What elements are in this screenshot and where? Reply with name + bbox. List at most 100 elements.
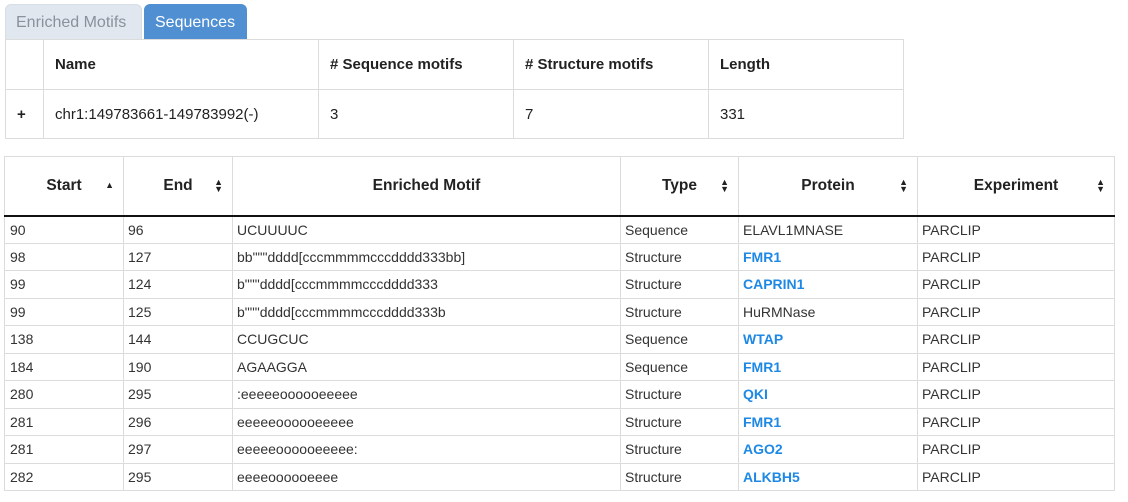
cell-start: 281: [4, 435, 124, 464]
column-header-protein[interactable]: Protein ▲ ▼: [738, 156, 918, 217]
protein-link[interactable]: FMR1: [743, 414, 781, 430]
column-header-end[interactable]: End ▲ ▼: [123, 156, 233, 217]
table-row: 99 124 b"""dddd[cccmmmmcccdddd333 Structure…: [4, 270, 1115, 299]
cell-experiment: PARCLIP: [917, 242, 1115, 271]
cell-enriched-motif: eeeeeoooooeeeee:: [232, 435, 621, 464]
sort-icon: ▲ ▼: [214, 177, 223, 194]
cell-start: 281: [4, 407, 124, 436]
protein-link[interactable]: FMR1: [743, 359, 781, 375]
cell-protein: ALKBH5: [738, 462, 918, 491]
expand-plus-icon[interactable]: +: [5, 89, 44, 139]
cell-type: Structure: [620, 380, 739, 409]
sort-icon: ▲ ▼: [1096, 177, 1105, 194]
cell-protein: AGO2: [738, 435, 918, 464]
column-header-length: Length: [708, 39, 904, 90]
table-row: 99 125 b"""dddd[cccmmmmcccdddd333b Structur…: [4, 297, 1115, 326]
table-row: 282 295 eeeeoooooeeee Structure ALKBH5 PARCLI…: [4, 462, 1115, 491]
cell-experiment: PARCLIP: [917, 435, 1115, 464]
column-header-structure-motifs: # Structure motifs: [513, 39, 709, 90]
cell-enriched-motif: AGAAGGA: [232, 352, 621, 381]
cell-start: 98: [4, 242, 124, 271]
cell-type: Structure: [620, 407, 739, 436]
sequence-name: chr1:149783661-149783992(-): [43, 89, 319, 139]
cell-protein: FMR1: [738, 352, 918, 381]
sort-icon: ▲ ▼: [899, 177, 908, 194]
cell-start: 99: [4, 270, 124, 299]
cell-experiment: PARCLIP: [917, 297, 1115, 326]
cell-type: Sequence: [620, 215, 739, 244]
protein-link[interactable]: CAPRIN1: [743, 276, 804, 292]
cell-end: 190: [123, 352, 233, 381]
sequences-header-row: Name # Sequence motifs # Structure motif…: [5, 39, 904, 90]
cell-experiment: PARCLIP: [917, 215, 1115, 244]
table-row: 138 144 CCUGCUC Sequence WTAP PARCLIP: [4, 325, 1115, 354]
column-header-name: Name: [43, 39, 319, 90]
motifs-table: Start ▲ End ▲ ▼ Enriched Motif Type ▲ ▼ Prote…: [4, 156, 1115, 491]
cell-end: 295: [123, 380, 233, 409]
column-header-start[interactable]: Start ▲: [4, 156, 124, 217]
table-row: + chr1:149783661-149783992(-) 3 7 331: [5, 89, 904, 139]
cell-type: Structure: [620, 297, 739, 326]
cell-type: Sequence: [620, 352, 739, 381]
sequences-table: Name # Sequence motifs # Structure motif…: [5, 39, 904, 139]
cell-type: Structure: [620, 242, 739, 271]
cell-end: 296: [123, 407, 233, 436]
cell-start: 90: [4, 215, 124, 244]
table-row: 281 296 eeeeeoooooeeeee Structure FMR1 PARCLI…: [4, 407, 1115, 436]
cell-protein: CAPRIN1: [738, 270, 918, 299]
cell-type: Structure: [620, 462, 739, 491]
cell-protein: HuRMNase: [738, 297, 918, 326]
cell-end: 295: [123, 462, 233, 491]
cell-protein: WTAP: [738, 325, 918, 354]
cell-enriched-motif: b"""dddd[cccmmmmcccdddd333: [232, 270, 621, 299]
cell-experiment: PARCLIP: [917, 407, 1115, 436]
cell-enriched-motif: eeeeoooooeeee: [232, 462, 621, 491]
tab-enriched-motifs[interactable]: Enriched Motifs: [5, 4, 142, 40]
cell-start: 282: [4, 462, 124, 491]
cell-protein: FMR1: [738, 242, 918, 271]
structure-motif-count: 7: [513, 89, 709, 139]
column-header-type[interactable]: Type ▲ ▼: [620, 156, 739, 217]
tab-sequences[interactable]: Sequences: [144, 4, 247, 40]
protein-link[interactable]: AGO2: [743, 441, 783, 457]
protein-link[interactable]: WTAP: [743, 331, 783, 347]
header-label: Protein: [801, 176, 855, 194]
cell-enriched-motif: bb"""dddd[cccmmmmcccdddd333bb]: [232, 242, 621, 271]
protein-link[interactable]: FMR1: [743, 249, 781, 265]
sort-icon: ▲ ▼: [720, 177, 729, 194]
sequence-length: 331: [708, 89, 904, 139]
sequence-motif-count: 3: [318, 89, 514, 139]
cell-start: 184: [4, 352, 124, 381]
header-label: Experiment: [973, 176, 1059, 194]
cell-enriched-motif: eeeeeoooooeeeee: [232, 407, 621, 436]
header-label: Type: [661, 176, 698, 194]
cell-enriched-motif: :eeeeeoooooeeeee: [232, 380, 621, 409]
table-row: 90 96 UCUUUUC Sequence ELAVL1MNASE PARCLIP: [4, 215, 1115, 244]
cell-end: 297: [123, 435, 233, 464]
cell-type: Structure: [620, 435, 739, 464]
cell-experiment: PARCLIP: [917, 380, 1115, 409]
cell-enriched-motif: UCUUUUC: [232, 215, 621, 244]
cell-protein: QKI: [738, 380, 918, 409]
cell-end: 127: [123, 242, 233, 271]
protein-link[interactable]: ALKBH5: [743, 469, 800, 485]
cell-start: 99: [4, 297, 124, 326]
motifs-table-body: 90 96 UCUUUUC Sequence ELAVL1MNASE PARCLIP 98 1…: [4, 215, 1115, 491]
cell-experiment: PARCLIP: [917, 352, 1115, 381]
cell-end: 125: [123, 297, 233, 326]
column-header-experiment[interactable]: Experiment ▲ ▼: [917, 156, 1115, 217]
table-row: 281 297 eeeeeoooooeeeee: Structure AGO2 PARCL…: [4, 435, 1115, 464]
cell-experiment: PARCLIP: [917, 270, 1115, 299]
cell-enriched-motif: b"""dddd[cccmmmmcccdddd333b: [232, 297, 621, 326]
table-row: 98 127 bb"""dddd[cccmmmmcccdddd333bb] Struc…: [4, 242, 1115, 271]
protein-link[interactable]: QKI: [743, 386, 768, 402]
header-label: End: [163, 176, 193, 194]
cell-start: 138: [4, 325, 124, 354]
header-label: Enriched Motif: [372, 176, 481, 194]
cell-start: 280: [4, 380, 124, 409]
cell-end: 124: [123, 270, 233, 299]
cell-enriched-motif: CCUGCUC: [232, 325, 621, 354]
table-row: 280 295:eeeeeoooooeeeee Structure QKI PARCLI…: [4, 380, 1115, 409]
cell-protein: FMR1: [738, 407, 918, 436]
cell-type: Structure: [620, 270, 739, 299]
